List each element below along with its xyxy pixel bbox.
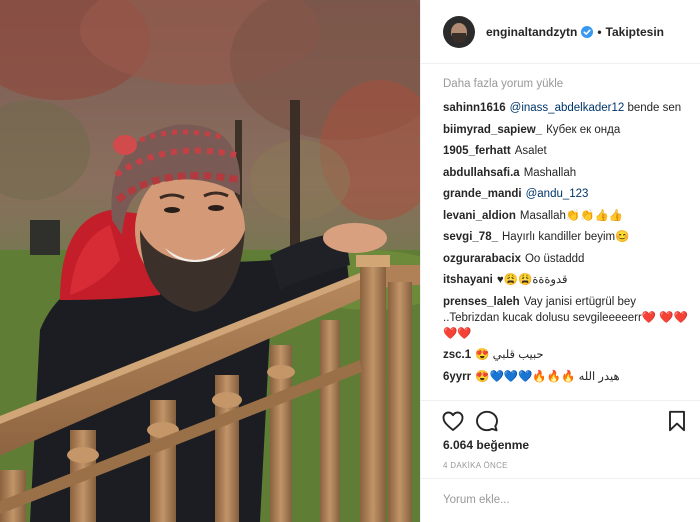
load-more-comments-link[interactable]: Daha fazla yorum yükle (443, 78, 693, 90)
comment-bubble-icon[interactable] (475, 409, 499, 433)
comment-text: Hayırlı kandiller beyim😊 (502, 231, 630, 243)
comment-text: Oo üstaddd (524, 252, 585, 265)
verified-badge-icon (581, 25, 594, 38)
comment-item: abdullahsafi.a Mashallah (443, 165, 693, 181)
comments-list: Daha fazla yorum yükle sahinn1616 @inass_… (443, 78, 693, 390)
comment-item: prenses_laleh Vay janisi ertügrül bey ..T… (443, 294, 693, 342)
comment-author[interactable]: 6yyrr (443, 371, 471, 383)
comment-text: Asalet (514, 145, 547, 157)
post-side-panel: enginaltandzytn • Takiptesin Daha fazla … (420, 0, 700, 522)
comment-author[interactable]: sevgi_78_ (443, 231, 498, 243)
following-button[interactable]: Takiptesin (606, 25, 664, 39)
comment-text: حبيب قلبي 😍 (475, 349, 544, 361)
comment-text: هيدر الله 🔥🔥🔥💙💙💙😍 (475, 370, 620, 383)
comment-author[interactable]: ozgurarabacix (443, 253, 521, 265)
comment-text: Mashallah (523, 166, 577, 179)
post-actions-bar (421, 400, 700, 440)
comment-item: 1905_ferhatt Asalet (443, 143, 693, 159)
comment-author[interactable]: abdullahsafi.a (443, 167, 520, 179)
comment-item: biimyrad_sapiew_ Кубек ек онда (443, 122, 693, 138)
add-comment-section (421, 478, 700, 522)
comment-author[interactable]: biimyrad_sapiew_ (443, 124, 542, 136)
comment-author[interactable]: sahinn1616 (443, 102, 506, 114)
comment-mention[interactable]: @andu_123 (526, 188, 589, 200)
comment-item: 6yyrr هيدر الله 🔥🔥🔥💙💙💙😍 (443, 369, 693, 385)
comment-item: sahinn1616 @inass_abdelkader12 bende sen (443, 100, 693, 116)
post-photo-image (0, 0, 420, 522)
comment-author[interactable]: prenses_laleh (443, 296, 520, 308)
comment-text: Кубек ек онда (546, 123, 621, 136)
comment-item: ozgurarabacix Oo üstaddd (443, 251, 693, 267)
post-photo[interactable] (0, 0, 420, 522)
comment-author[interactable]: zsc.1 (443, 349, 471, 361)
likes-count[interactable]: 6.064 beğenme (443, 438, 529, 452)
comment-item: zsc.1 حبيب قلبي 😍 (443, 347, 693, 363)
comment-text: Masallah👏👏👍👍 (519, 209, 624, 222)
comment-author[interactable]: itshayani (443, 274, 493, 286)
add-comment-input[interactable] (443, 488, 679, 512)
username-link[interactable]: enginaltandzytn (486, 25, 577, 39)
comment-item: itshayani قدوةةة😩😩♥ (443, 272, 693, 288)
post-header: enginaltandzytn • Takiptesin (421, 0, 700, 64)
post-timestamp: 4 DAKİKA ÖNCE (443, 461, 508, 470)
comment-text: قدوةةة😩😩♥ (496, 274, 568, 286)
comment-item: sevgi_78_ Hayırlı kandiller beyim😊 (443, 229, 693, 245)
avatar[interactable] (443, 15, 475, 48)
bookmark-icon[interactable] (665, 409, 689, 433)
comment-item: levani_aldion Masallah👏👏👍👍 (443, 208, 693, 224)
comment-author[interactable]: grande_mandi (443, 188, 522, 200)
comment-author[interactable]: 1905_ferhatt (443, 145, 511, 157)
comment-item: grande_mandi @andu_123 (443, 186, 693, 202)
heart-icon[interactable] (441, 409, 465, 433)
header-separator: • (597, 24, 602, 39)
instagram-post: enginaltandzytn • Takiptesin Daha fazla … (0, 0, 700, 522)
comment-author[interactable]: levani_aldion (443, 210, 516, 222)
comment-mention[interactable]: @inass_abdelkader12 (510, 102, 625, 114)
comment-text: bende sen (624, 102, 682, 114)
